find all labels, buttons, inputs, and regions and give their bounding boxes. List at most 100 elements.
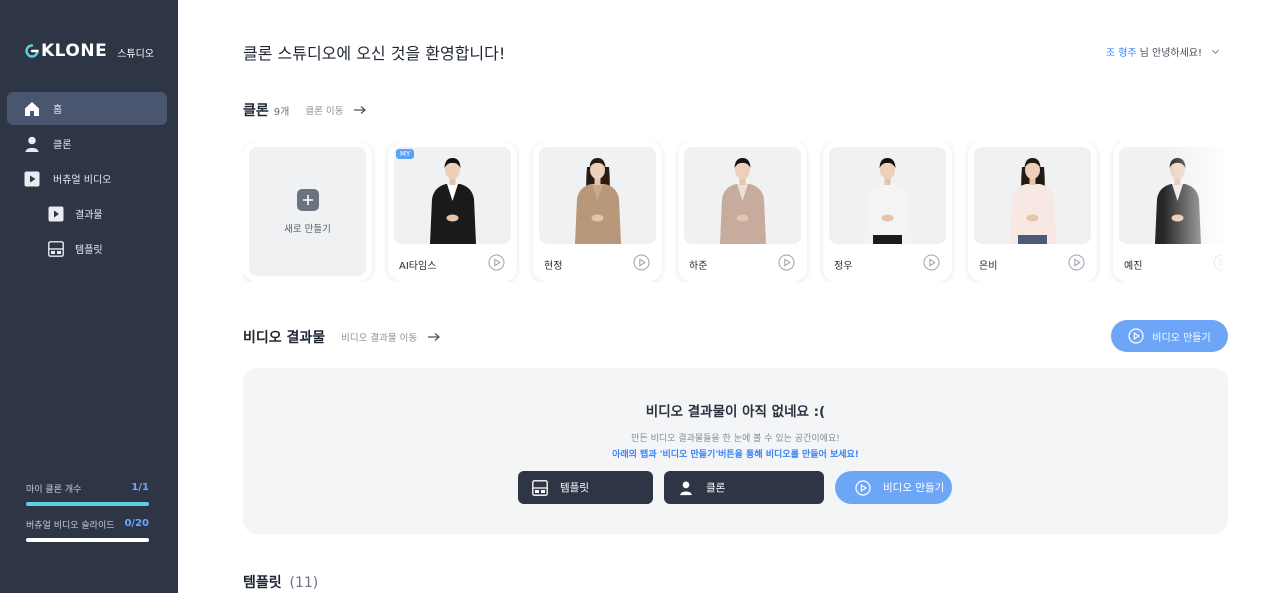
user-icon — [680, 481, 692, 495]
user-greeting[interactable]: 조 형주 님 안녕하세요! — [1106, 44, 1220, 59]
clone-card[interactable]: MY AI타임스 — [388, 141, 517, 282]
clones-section-header: 클론 9개 클론 이동 — [243, 100, 367, 120]
new-clone-inner: 새로 만들기 — [249, 147, 366, 276]
usage-progress-bar — [26, 538, 149, 542]
play-circle-icon[interactable] — [488, 254, 505, 271]
arrow-right-icon — [354, 106, 367, 114]
usage-progress-fill — [26, 502, 149, 506]
create-video-action-button[interactable]: 비디오 만들기 — [835, 471, 952, 504]
sidebar-item-clone[interactable]: 클론 — [7, 127, 167, 160]
templates-title: 템플릿 — [243, 575, 282, 591]
usage-clone-count: 마이 클론 개수 1/1 — [26, 482, 149, 506]
user-icon — [23, 135, 41, 153]
play-circle-icon[interactable] — [1068, 254, 1085, 271]
sidebar-item-results[interactable]: 결과물 — [7, 197, 167, 230]
arrow-right-icon — [428, 333, 441, 341]
clone-figure — [430, 158, 476, 244]
clone-carousel: 새로 만들기 MY AI타임스 현정 하준 정우 은비 예진 — [243, 141, 1223, 282]
templates-section-header: 템플릿 (11) — [243, 572, 318, 592]
create-video-action-label: 비디오 만들기 — [883, 482, 945, 494]
sidebar-item-label: 클론 — [53, 140, 72, 151]
logo-swirl-icon — [25, 44, 39, 58]
video-play-icon — [23, 170, 41, 188]
sidebar-item-label: 버츄얼 비디오 — [53, 175, 112, 186]
clones-title: 클론 — [243, 103, 269, 119]
templates-count: (11) — [289, 575, 319, 591]
sidebar-item-label: 홈 — [53, 105, 63, 116]
empty-actions: 템플릿 클론 비디오 만들기 — [518, 471, 952, 504]
plus-icon — [296, 188, 319, 211]
user-name: 조 형주 — [1105, 48, 1137, 59]
logo[interactable]: KLONE 스튜디오 — [25, 41, 154, 61]
greeting-text: 님 안녕하세요! — [1139, 48, 1202, 59]
clones-count: 9개 — [273, 106, 290, 118]
videos-section-header: 비디오 결과물 비디오 결과물 이동 — [243, 327, 441, 347]
videos-link[interactable]: 비디오 결과물 이동 — [341, 330, 441, 344]
new-clone-card[interactable]: 새로 만들기 — [243, 141, 372, 282]
clone-name: 현정 — [544, 261, 563, 272]
clone-action-label: 클론 — [706, 482, 726, 494]
clone-card[interactable]: 예진 — [1113, 141, 1223, 282]
clone-action-button[interactable]: 클론 — [664, 471, 824, 504]
clone-photo — [539, 147, 656, 244]
clone-name: AI타임스 — [399, 261, 437, 272]
play-circle-icon[interactable] — [633, 254, 650, 271]
clone-figure — [575, 158, 621, 244]
clone-photo — [1119, 147, 1223, 244]
clone-card[interactable]: 정우 — [823, 141, 952, 282]
clones-link[interactable]: 클론 이동 — [305, 103, 367, 117]
clone-photo — [829, 147, 946, 244]
videos-link-label: 비디오 결과물 이동 — [341, 333, 418, 344]
logo-subtitle: 스튜디오 — [117, 49, 155, 60]
sidebar-item-templates[interactable]: 템플릿 — [7, 232, 167, 265]
clone-figure — [720, 158, 766, 244]
clone-figure — [865, 158, 911, 244]
template-action-button[interactable]: 템플릿 — [518, 471, 653, 504]
play-circle-icon — [1128, 328, 1144, 344]
clone-name: 정우 — [834, 261, 853, 272]
clone-figure — [1010, 158, 1056, 244]
usage-value: 1/1 — [131, 482, 149, 493]
empty-videos-panel: 비디오 결과물이 아직 없네요 :( 만든 비디오 결과물들을 한 눈에 볼 수… — [243, 368, 1228, 534]
create-video-label: 비디오 만들기 — [1152, 332, 1211, 344]
usage-label: 마이 클론 개수 — [26, 485, 82, 495]
empty-title: 비디오 결과물이 아직 없네요 :( — [645, 404, 826, 420]
videos-title: 비디오 결과물 — [243, 330, 326, 346]
sidebar-item-home[interactable]: 홈 — [7, 92, 167, 125]
sidebar-item-virtual-video[interactable]: 버츄얼 비디오 — [7, 162, 167, 195]
clone-name: 예진 — [1124, 261, 1143, 272]
clones-link-label: 클론 이동 — [305, 106, 344, 117]
template-action-label: 템플릿 — [560, 482, 589, 494]
play-circle-icon[interactable] — [1213, 254, 1223, 271]
result-icon — [48, 206, 64, 222]
clone-name: 하준 — [689, 261, 708, 272]
main-content: 클론 스튜디오에 오신 것을 환영합니다! 조 형주 님 안녕하세요! 클론 9… — [178, 0, 1280, 593]
clone-card[interactable]: 현정 — [533, 141, 662, 282]
logo-mark: KLONE — [25, 41, 107, 61]
clone-photo — [684, 147, 801, 244]
play-circle-icon[interactable] — [923, 254, 940, 271]
play-circle-icon[interactable] — [778, 254, 795, 271]
template-icon — [48, 240, 64, 257]
home-icon — [23, 100, 41, 118]
my-badge: MY — [396, 149, 415, 159]
clone-figure — [1155, 158, 1201, 244]
page-title: 클론 스튜디오에 오신 것을 환영합니다! — [243, 44, 506, 63]
sidebar-nav: 홈 클론 버츄얼 비디오 결과물 템플릿 — [7, 92, 167, 267]
clone-name: 은비 — [979, 261, 998, 272]
sidebar-item-label: 템플릿 — [75, 245, 103, 256]
usage-progress-bar — [26, 502, 149, 506]
sidebar: KLONE 스튜디오 홈 클론 버츄얼 비디오 결과물 템플릿 마이 클론 개수… — [0, 0, 178, 593]
clone-card[interactable]: 하준 — [678, 141, 807, 282]
logo-text: KLONE — [41, 41, 108, 61]
usage-label: 버츄얼 비디오 슬라이드 — [26, 521, 115, 531]
create-video-button[interactable]: 비디오 만들기 — [1111, 320, 1228, 352]
template-icon — [532, 479, 548, 496]
empty-hint: 아래의 탭과 '비디오 만들기'버튼을 통해 비디오를 만들어 보세요! — [612, 450, 859, 460]
clone-card[interactable]: 은비 — [968, 141, 1097, 282]
empty-description: 만든 비디오 결과물들을 한 눈에 볼 수 있는 공간이에요! — [631, 434, 840, 444]
clone-photo — [394, 147, 511, 244]
play-circle-icon — [855, 479, 871, 496]
new-clone-label: 새로 만들기 — [284, 223, 331, 235]
usage-value: 0/20 — [124, 518, 149, 529]
